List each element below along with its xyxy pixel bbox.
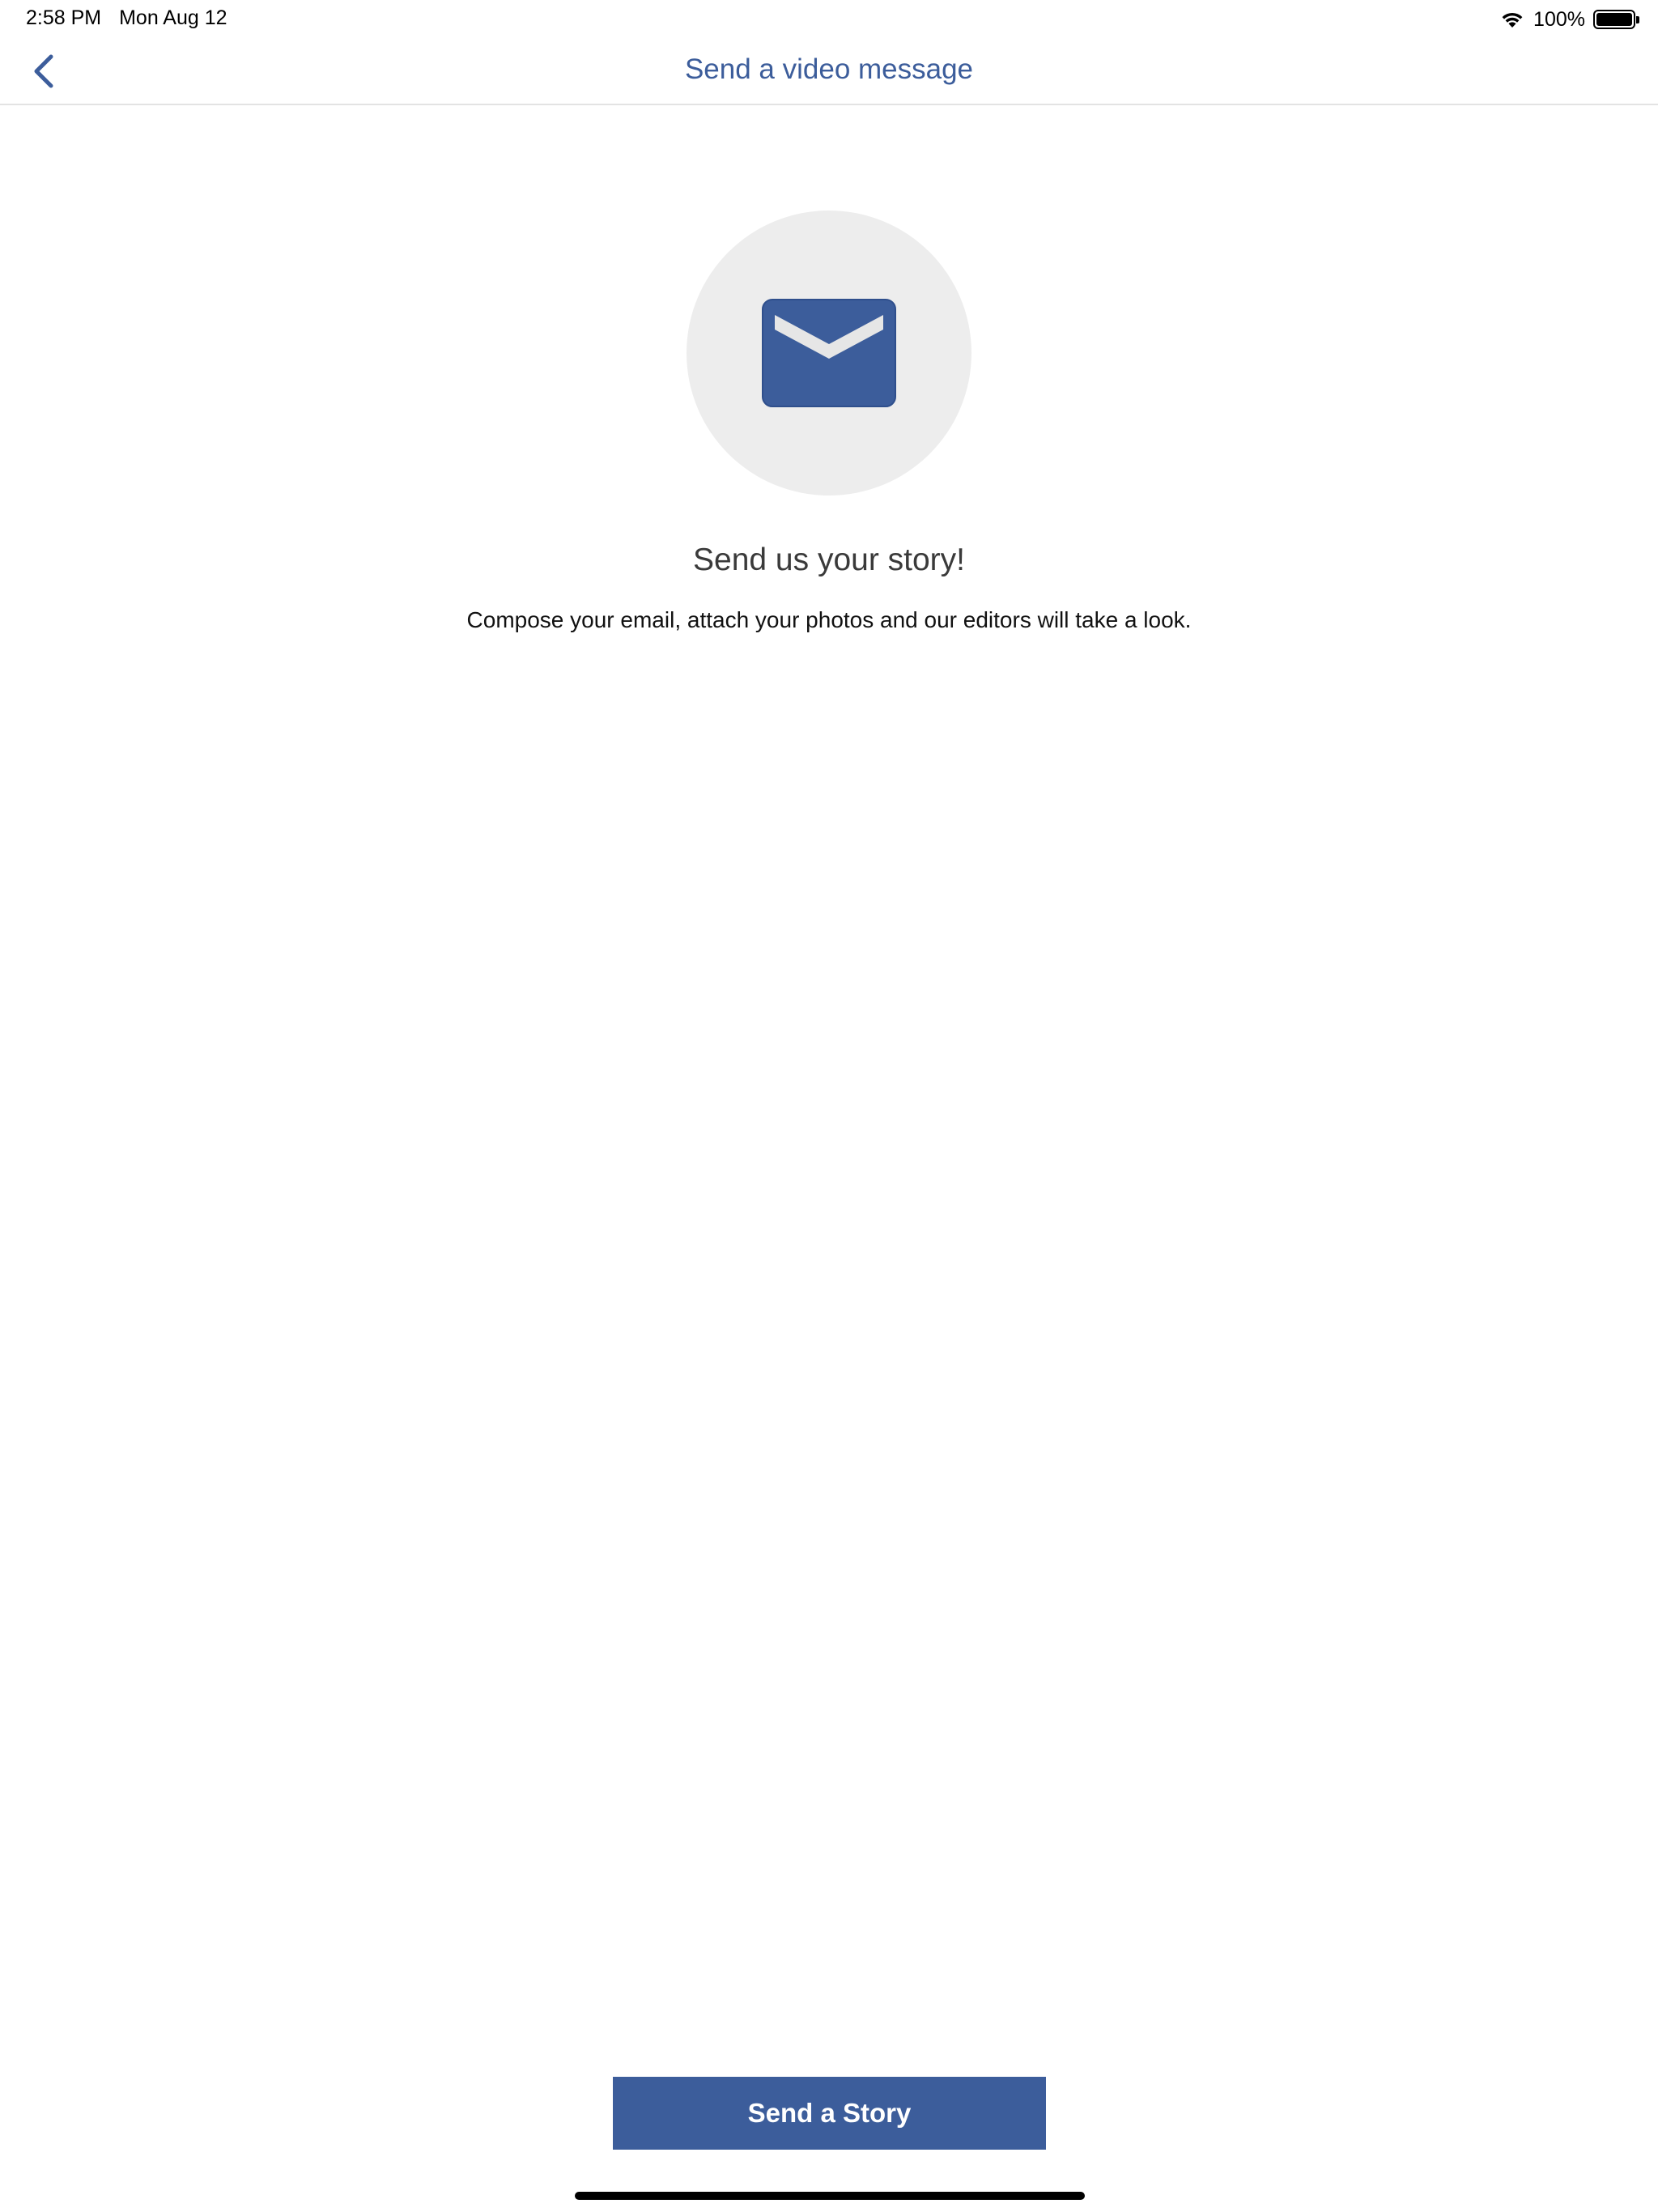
battery-percent: 100% <box>1533 7 1585 31</box>
battery-icon <box>1593 10 1639 29</box>
icon-circle <box>687 211 971 496</box>
description: Compose your email, attach your photos a… <box>466 607 1192 632</box>
battery-cap <box>1636 16 1639 23</box>
status-left: 2:58 PM Mon Aug 12 <box>26 6 227 30</box>
send-story-button[interactable]: Send a Story <box>613 2077 1046 2150</box>
envelope-icon <box>762 299 896 407</box>
page-title: Send a video message <box>684 53 974 85</box>
battery-fill <box>1596 13 1632 26</box>
status-date: Mon Aug 12 <box>119 6 227 29</box>
home-indicator[interactable] <box>575 2192 1085 2200</box>
wifi-icon <box>1499 10 1525 29</box>
status-bar: 2:58 PM Mon Aug 12 100% <box>0 0 1658 39</box>
headline: Send us your story! <box>693 542 965 577</box>
status-time: 2:58 PM <box>26 6 102 29</box>
status-right: 100% <box>1499 5 1639 34</box>
nav-bar: Send a video message <box>0 39 1658 105</box>
screen: 2:58 PM Mon Aug 12 100% Send a video mes… <box>0 0 1658 2212</box>
